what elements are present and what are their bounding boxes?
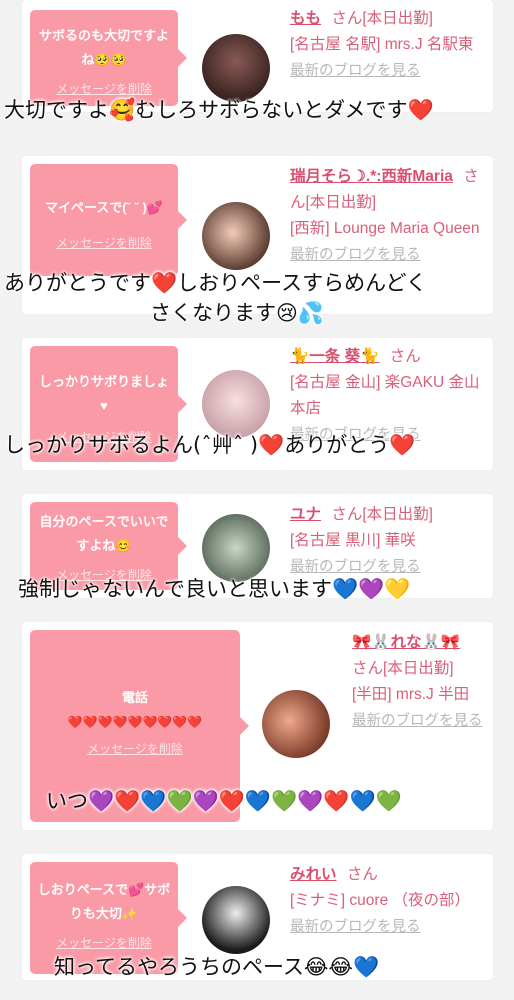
- shop-text: [名古屋 名駅] mrs.J 名駅東: [290, 36, 474, 53]
- profile-info: もも さん[本日出勤] [名古屋 名駅] mrs.J 名駅東 最新のブログを見る: [290, 6, 480, 84]
- overlay-caption: しっかりサボるよん(ˆ艸ˆ )❤️ありがとう❤️: [4, 433, 416, 457]
- delete-message-link[interactable]: メッセージを削除: [30, 234, 178, 251]
- blog-link[interactable]: 最新のブログを見る: [290, 247, 421, 263]
- girl-name-link[interactable]: もも: [290, 10, 321, 27]
- girl-name-link[interactable]: ユナ: [290, 506, 321, 523]
- status-text: さん: [346, 866, 378, 883]
- profile-info: 🎀🐰れな🐰🎀 さん[本日出勤] [半田] mrs.J 半田 最新のブログを見る: [352, 630, 490, 734]
- message-text: マイペースで(˘ ˘ )💕: [44, 200, 164, 215]
- shop-text: [西新] Lounge Maria Queen: [290, 220, 480, 237]
- overlay-caption: いつ💜❤️💙💚💜❤️💙💚💜❤️💙💚: [46, 789, 402, 813]
- profile-info: ユナ さん[本日出勤] [名古屋 黒川] 華咲 最新のブログを見る: [290, 502, 490, 580]
- shop-text: [名古屋 金山] 楽GAKU 金山本店: [290, 374, 480, 417]
- status-text: さん: [389, 348, 421, 365]
- shop-text: [ミナミ] cuore （夜の部）: [290, 892, 470, 909]
- avatar[interactable]: [202, 370, 270, 438]
- message-bubble: サボるのも大切ですよね🥺🥺 メッセージを削除: [30, 10, 187, 106]
- overlay-caption: 大切ですよ🥰むしろサボらないとダメです❤️: [4, 98, 434, 122]
- girl-name-link[interactable]: 🐈一条 葵🐈: [290, 348, 379, 365]
- overlay-caption: ありがとうです❤️しおりペースすらめんどく: [4, 271, 427, 295]
- profile-info: みれい さん [ミナミ] cuore （夜の部） 最新のブログを見る: [290, 862, 490, 940]
- status-text: さん[本日出勤]: [331, 10, 433, 27]
- avatar[interactable]: [202, 34, 270, 102]
- avatar[interactable]: [202, 202, 270, 270]
- shop-text: [名古屋 黒川] 華咲: [290, 532, 416, 549]
- delete-message-link[interactable]: メッセージを削除: [30, 934, 178, 951]
- delete-message-link[interactable]: メッセージを削除: [30, 740, 240, 757]
- overlay-caption: 知ってるやろうちのペース😂😂💙: [54, 955, 380, 979]
- blog-link[interactable]: 最新のブログを見る: [290, 919, 421, 935]
- message-text: サボるのも大切ですよね🥺🥺: [38, 28, 169, 67]
- status-text: さん[本日出勤]: [352, 660, 454, 677]
- message-text: 自分のペースでいいですよね😊: [39, 514, 169, 553]
- status-text: さん[本日出勤]: [331, 506, 433, 523]
- avatar[interactable]: [202, 886, 270, 954]
- avatar[interactable]: [262, 690, 330, 758]
- overlay-caption: 強制じゃないんで良いと思います💙💜💛: [18, 577, 411, 601]
- message-bubble: マイペースで(˘ ˘ )💕 メッセージを削除: [30, 164, 187, 276]
- message-text: しっかりサボりましょ♥: [38, 374, 169, 413]
- message-text: ❤️❤️❤️❤️❤️❤️❤️❤️❤️: [67, 715, 203, 729]
- profile-info: 瑞月そら☽.*:西新Maria さん[本日出勤] [西新] Lounge Mar…: [290, 164, 490, 268]
- call-title: 電話: [121, 690, 148, 705]
- avatar[interactable]: [202, 514, 270, 582]
- shop-text: [半田] mrs.J 半田: [352, 686, 470, 703]
- blog-link[interactable]: 最新のブログを見る: [290, 559, 421, 575]
- blog-link[interactable]: 最新のブログを見る: [290, 63, 421, 79]
- girl-name-link[interactable]: 🎀🐰れな🐰🎀: [352, 634, 460, 651]
- girl-name-link[interactable]: 瑞月そら☽.*:西新Maria: [290, 168, 453, 185]
- overlay-caption: さくなります😢💦: [150, 301, 325, 325]
- blog-link[interactable]: 最新のブログを見る: [352, 713, 483, 729]
- message-text: しおりペースで💕サボりも大切✨: [37, 882, 171, 921]
- girl-name-link[interactable]: みれい: [290, 866, 337, 883]
